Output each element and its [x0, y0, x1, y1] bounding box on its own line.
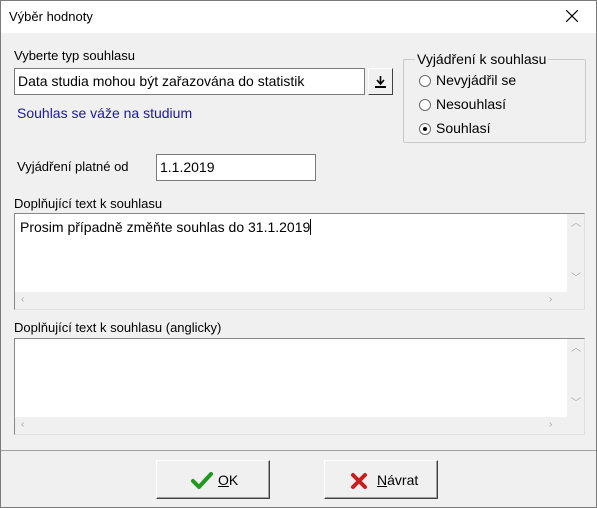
- scroll-right-icon[interactable]: ›: [549, 420, 552, 430]
- consent-type-dropdown-button[interactable]: [368, 68, 393, 95]
- horizontal-scrollbar[interactable]: ‹ ›: [15, 417, 567, 434]
- extra-text-content: Prosim případně změňte souhlas do 31.1.2…: [20, 219, 312, 235]
- button-separator: [1, 450, 596, 451]
- valid-from-label: Vyjádření platné od: [17, 159, 129, 174]
- scroll-down-icon[interactable]: ﹀: [571, 399, 581, 409]
- radio-indicator: [419, 99, 431, 111]
- window-title: Výběr hodnoty: [9, 9, 93, 24]
- consent-type-label: Vyberte typ souhlasu: [14, 48, 135, 63]
- extra-text-area[interactable]: Prosim případně změňte souhlas do 31.1.2…: [14, 213, 585, 310]
- consent-type-value: Data studia mohou být zařazována do stat…: [18, 73, 305, 89]
- scrollbar-corner: [567, 417, 584, 434]
- valid-from-input[interactable]: 1.1.2019: [156, 154, 316, 181]
- horizontal-scrollbar[interactable]: ‹ ›: [15, 292, 567, 309]
- consent-type-select[interactable]: Data studia mohou být zařazována do stat…: [14, 68, 365, 95]
- cross-icon: [351, 473, 367, 489]
- ok-button-label: OK: [218, 472, 239, 488]
- radio-indicator: [419, 75, 431, 87]
- statement-group-title: Vyjádření k souhlasu: [415, 51, 549, 67]
- title-bar[interactable]: Výběr hodnoty: [1, 1, 596, 33]
- dialog-window: Výběr hodnoty Vyberte typ souhlasu Data …: [0, 0, 597, 508]
- consent-note: Souhlas se váže na studium: [17, 105, 193, 121]
- scroll-left-icon[interactable]: ‹: [21, 420, 24, 430]
- vertical-scrollbar[interactable]: ︿ ﹀: [567, 214, 584, 292]
- scroll-right-icon[interactable]: ›: [549, 295, 552, 305]
- radio-label: Souhlasí: [436, 120, 491, 136]
- scroll-up-icon[interactable]: ︿: [571, 344, 581, 354]
- back-button[interactable]: Návrat: [324, 460, 438, 499]
- ok-button[interactable]: OK: [156, 460, 270, 499]
- scroll-left-icon[interactable]: ‹: [21, 295, 24, 305]
- scroll-down-icon[interactable]: ﹀: [571, 274, 581, 284]
- close-button[interactable]: [550, 1, 596, 33]
- extra-text-en-label: Doplňující text k souhlasu (anglicky): [14, 320, 222, 335]
- radio-label: Nevyjádřil se: [436, 72, 517, 88]
- checkmark-icon: [191, 472, 213, 489]
- radio-indicator-selected: [419, 123, 431, 135]
- vertical-scrollbar[interactable]: ︿ ﹀: [567, 339, 584, 417]
- arrow-down-icon: [375, 76, 386, 88]
- extra-text-en-area[interactable]: ︿ ﹀ ‹ ›: [14, 338, 585, 435]
- valid-from-value: 1.1.2019: [160, 159, 215, 175]
- scrollbar-corner: [567, 292, 584, 309]
- close-icon: [566, 10, 578, 22]
- extra-text-label: Doplňující text k souhlasu: [14, 196, 163, 211]
- back-button-label: Návrat: [377, 472, 419, 488]
- scroll-up-icon[interactable]: ︿: [571, 219, 581, 229]
- radio-label: Nesouhlasí: [436, 96, 507, 112]
